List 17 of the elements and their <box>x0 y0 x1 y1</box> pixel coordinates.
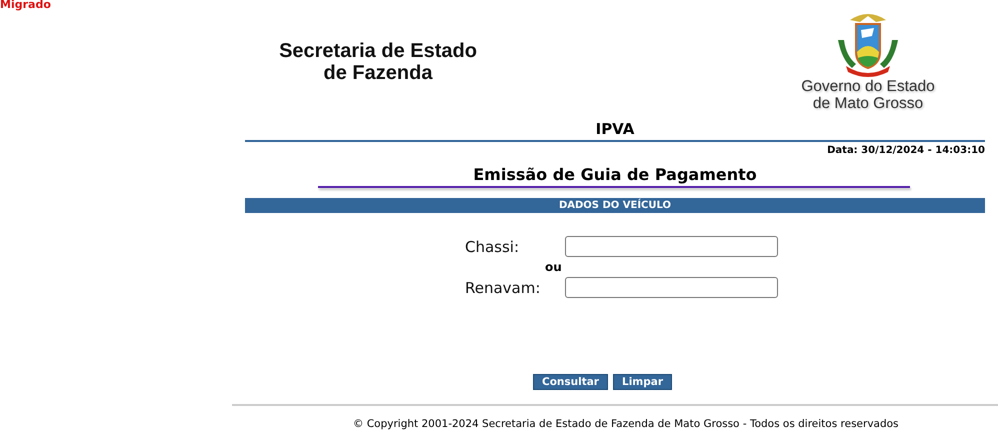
government-name: de Mato Grosso <box>812 95 924 112</box>
or-label: ou <box>545 259 563 276</box>
migrated-label: Migrado <box>0 0 51 11</box>
system-title: IPVA <box>594 122 636 136</box>
date-label: Data: 30/12/2024 - 14:03:10 <box>826 145 985 156</box>
input-field[interactable] <box>565 277 778 298</box>
search-button[interactable]: Consultar <box>532 374 608 390</box>
agency-name: de Fazenda <box>324 62 432 84</box>
section-header: DADOS DO VEÍCULO <box>245 198 985 213</box>
agency-name: Secretaria de Estado <box>279 40 477 62</box>
government-name: Governo do Estado <box>801 78 935 95</box>
copyright-text: © Copyright 2001-2024 Secretaria de Estado de Fazenda de Mato Grosso - Todos os direitos reservados <box>353 418 899 430</box>
input-field[interactable] <box>565 236 778 257</box>
field-label: Chassi: <box>465 238 520 256</box>
page-title: Emissão de Guia de Pagamento <box>472 166 758 184</box>
field-label: Renavam: <box>465 278 542 296</box>
clear-button[interactable]: Limpar <box>613 374 672 390</box>
